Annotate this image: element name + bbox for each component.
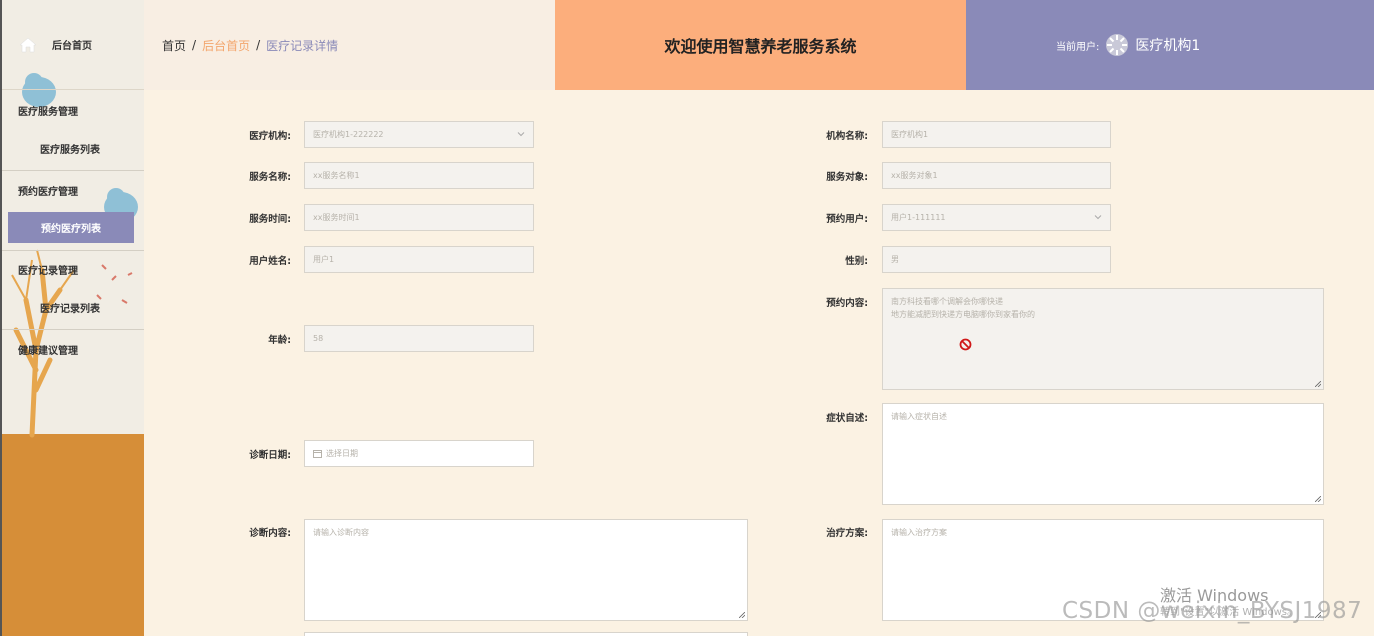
service-time-field[interactable]: xx服务时间1 xyxy=(304,204,534,231)
sidebar-item-appointment-list[interactable]: 预约医疗列表 xyxy=(8,212,134,243)
chevron-down-icon xyxy=(1094,215,1102,220)
breadcrumb-dashboard[interactable]: 后台首页 xyxy=(202,37,250,54)
sidebar-group-medical-service[interactable]: 医疗服务管理 xyxy=(2,103,144,118)
breadcrumb-home[interactable]: 首页 xyxy=(162,37,186,54)
treatment-plan-placeholder: 请输入治疗方案 xyxy=(891,528,947,537)
csdn-watermark: CSDN @weixin_BYSJ1987 xyxy=(1062,598,1363,624)
age-value: 58 xyxy=(313,334,324,343)
symptom-placeholder: 请输入症状自述 xyxy=(891,412,947,421)
institution-name-field[interactable]: 医疗机构1 xyxy=(882,121,1111,148)
gender-field[interactable]: 男 xyxy=(882,246,1111,273)
not-allowed-cursor-icon xyxy=(959,338,972,351)
current-user-name: 医疗机构1 xyxy=(1135,38,1201,54)
appointment-user-select[interactable]: 用户1-111111 xyxy=(882,204,1111,231)
breadcrumb-separator: / xyxy=(256,38,261,52)
sidebar-home[interactable]: 后台首页 xyxy=(2,0,144,90)
sidebar-group-medical-record[interactable]: 医疗记录管理 xyxy=(2,262,144,277)
sidebar-divider xyxy=(2,250,144,251)
appointment-user-label: 预约用户: xyxy=(826,214,868,225)
age-field[interactable]: 58 xyxy=(304,325,534,352)
sidebar-item-medical-service-list[interactable]: 医疗服务列表 xyxy=(2,141,144,156)
resize-grip-icon[interactable] xyxy=(739,612,745,618)
page-title: 欢迎使用智慧养老服务系统 xyxy=(555,0,966,90)
diagnosis-date-placeholder: 选择日期 xyxy=(326,449,358,458)
sidebar-divider xyxy=(2,170,144,171)
service-name-value: xx服务名称1 xyxy=(313,171,360,180)
diagnosis-content-label: 诊断内容: xyxy=(249,528,291,539)
sidebar-ground-decoration xyxy=(2,434,144,636)
sidebar-group-appointment[interactable]: 预约医疗管理 xyxy=(2,183,144,198)
resize-grip-icon[interactable] xyxy=(1315,496,1321,502)
service-name-field[interactable]: xx服务名称1 xyxy=(304,162,534,189)
institution-select-value: 医疗机构1-222222 xyxy=(313,130,384,139)
appointment-content-textarea[interactable]: 南方科技看哪个调解会你哪快递 地方能减肥到快递方电脑哪你到家看你的 xyxy=(882,288,1324,390)
diagnosis-content-textarea[interactable]: 请输入诊断内容 xyxy=(304,519,748,621)
diagnosis-content-placeholder: 请输入诊断内容 xyxy=(313,528,369,537)
current-user-label: 当前用户: xyxy=(1056,41,1100,53)
appointment-content-line: 地方能减肥到快递方电脑哪你到家看你的 xyxy=(891,310,1035,319)
service-target-value: xx服务对象1 xyxy=(891,171,938,180)
age-label: 年龄: xyxy=(268,335,291,346)
sidebar-group-health-advice[interactable]: 健康建议管理 xyxy=(2,342,144,357)
calendar-icon xyxy=(313,450,322,458)
service-time-label: 服务时间: xyxy=(249,214,291,225)
breadcrumb-current: 医疗记录详情 xyxy=(266,38,339,53)
appointment-content-label: 预约内容: xyxy=(826,298,868,309)
breadcrumb: 首页 / 后台首页 / 医疗记录详情 xyxy=(144,0,555,90)
user-name-value: 用户1 xyxy=(313,255,335,264)
gender-label: 性别: xyxy=(845,256,868,267)
symptom-label: 症状自述: xyxy=(826,413,868,424)
institution-name-value: 医疗机构1 xyxy=(891,130,929,139)
institution-select[interactable]: 医疗机构1-222222 xyxy=(304,121,534,148)
service-target-label: 服务对象: xyxy=(826,172,868,183)
diagnosis-date-label: 诊断日期: xyxy=(249,450,291,461)
appointment-content-line: 南方科技看哪个调解会你哪快递 xyxy=(891,297,1003,306)
next-field-partial[interactable] xyxy=(304,632,748,636)
service-time-value: xx服务时间1 xyxy=(313,213,360,222)
avatar xyxy=(1106,34,1129,56)
current-user[interactable]: 当前用户: 医疗机构1 xyxy=(966,0,1374,90)
user-name-field[interactable]: 用户1 xyxy=(304,246,534,273)
home-icon xyxy=(19,37,37,52)
breadcrumb-separator: / xyxy=(192,38,197,52)
appointment-user-value: 用户1-111111 xyxy=(891,213,946,222)
sidebar-home-label: 后台首页 xyxy=(52,41,92,52)
treatment-plan-label: 治疗方案: xyxy=(826,528,868,539)
service-name-label: 服务名称: xyxy=(249,172,291,183)
chevron-down-icon xyxy=(517,132,525,137)
institution-name-label: 机构名称: xyxy=(826,131,868,142)
sidebar: 后台首页 医疗服务管理 医疗服务列表 预约医疗管理 预约医疗列表 医疗记录管理 … xyxy=(0,0,144,636)
resize-grip-icon[interactable] xyxy=(1315,381,1321,387)
service-target-field[interactable]: xx服务对象1 xyxy=(882,162,1111,189)
gender-value: 男 xyxy=(891,255,899,264)
institution-label: 医疗机构: xyxy=(249,131,291,142)
user-name-label: 用户姓名: xyxy=(249,256,291,267)
symptom-textarea[interactable]: 请输入症状自述 xyxy=(882,403,1324,505)
sidebar-divider xyxy=(2,329,144,330)
sidebar-item-medical-record-list[interactable]: 医疗记录列表 xyxy=(2,300,144,315)
diagnosis-date-picker[interactable]: 选择日期 xyxy=(304,440,534,467)
